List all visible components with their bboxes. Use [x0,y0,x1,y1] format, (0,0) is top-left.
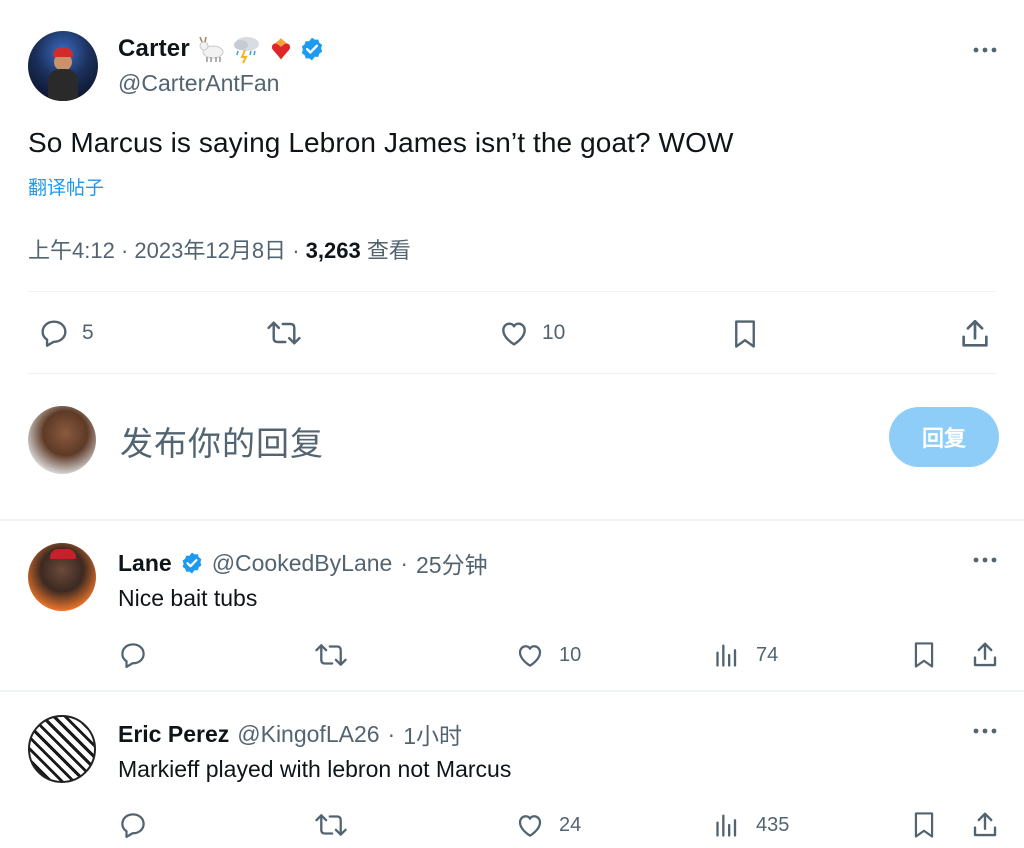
storm-cloud-emoji-icon [231,34,263,64]
divider [0,690,1024,692]
reply-text: Markieff played with lebron not Marcus [118,756,512,782]
like-count: 10 [542,321,566,344]
bookmark-action[interactable] [730,317,760,351]
bookmark-icon [910,640,938,670]
retweet-icon [314,640,348,670]
bookmark-icon [910,810,938,840]
bookmark-icon [730,317,760,351]
retweet-action[interactable] [314,640,362,670]
heart-icon [515,640,545,670]
bookmark-action[interactable] [910,640,938,670]
reply-icon [38,317,70,349]
more-options-icon[interactable] [970,548,1000,572]
tweet-text: So Marcus is saying Lebron James isn’t t… [28,127,734,158]
views-action[interactable]: 74 [714,640,778,670]
more-options-icon[interactable] [970,719,1000,743]
share-action[interactable] [958,317,992,351]
analytics-icon [714,640,742,670]
translate-post-link[interactable]: 翻译帖子 [28,173,104,200]
divider [0,519,1024,521]
verified-badge-icon [299,36,325,62]
author-handle[interactable]: @CarterAntFan [118,70,279,97]
like-action[interactable]: 10 [498,317,565,349]
current-user-avatar[interactable] [28,406,96,474]
share-icon [970,640,1000,670]
views-label: 查看 [366,238,411,263]
tweet-time[interactable]: 上午4:12 [28,238,115,263]
meta-separator: · [292,238,300,263]
name-emojis [198,34,325,64]
share-icon [970,810,1000,840]
tweet-date[interactable]: 2023年12月8日 [134,238,286,263]
meta-separator: · [387,720,396,747]
like-count: 24 [559,813,582,836]
reply-author-handle[interactable]: @KingofLA26 [237,721,379,748]
reply-avatar[interactable] [28,715,96,783]
reply-count: 5 [82,321,94,344]
reply-author-handle[interactable]: @CookedByLane [212,550,393,577]
like-action[interactable]: 10 [515,640,581,670]
views-count: 3,263 [305,238,361,263]
reply-input[interactable]: 发布你的回复 [120,417,324,465]
reply-icon [118,810,148,840]
reply-time[interactable]: 1小时 [403,717,462,751]
reply-text: Nice bait tubs [118,585,258,611]
meta-separator: · [120,238,129,263]
like-count: 10 [559,643,582,666]
views-count: 74 [756,643,779,666]
reply-action[interactable] [118,640,162,670]
reply-author-name[interactable]: Lane [118,550,172,577]
meta-separator: · [400,549,408,576]
views-action[interactable]: 435 [714,810,789,840]
heart-icon [498,317,530,349]
retweet-icon [266,317,302,349]
reply-action[interactable] [118,810,162,840]
like-action[interactable]: 24 [515,810,581,840]
share-icon [958,317,992,351]
divider [28,373,996,374]
more-options-icon[interactable] [970,38,1000,62]
heart-icon [515,810,545,840]
reply-time[interactable]: 25分钟 [416,546,488,580]
share-action[interactable] [970,810,1000,840]
goat-emoji-icon [198,35,228,63]
verified-badge-icon [180,551,204,575]
analytics-icon [714,810,742,840]
reply-button[interactable]: 回复 [889,407,999,467]
author-avatar[interactable] [28,31,98,101]
reply-author-name[interactable]: Eric Perez [118,721,229,748]
retweet-icon [314,810,348,840]
reply-header: Lane @CookedByLane · 25分钟 [118,546,488,580]
reply-header: Eric Perez @KingofLA26 · 1小时 [118,717,462,751]
views-count: 435 [756,813,790,836]
retweet-action[interactable] [314,810,362,840]
reply-icon [118,640,148,670]
share-action[interactable] [970,640,1000,670]
retweet-action[interactable] [266,317,314,349]
bookmark-action[interactable] [910,810,938,840]
divider [28,291,996,292]
reply-avatar[interactable] [28,543,96,611]
heart-on-fire-emoji-icon [266,34,296,64]
tweet-meta: 上午4:12 · 2023年12月8日 · 3,263 查看 [28,233,411,265]
author-display-name[interactable]: Carter [118,35,190,63]
reply-action[interactable]: 5 [38,317,94,349]
